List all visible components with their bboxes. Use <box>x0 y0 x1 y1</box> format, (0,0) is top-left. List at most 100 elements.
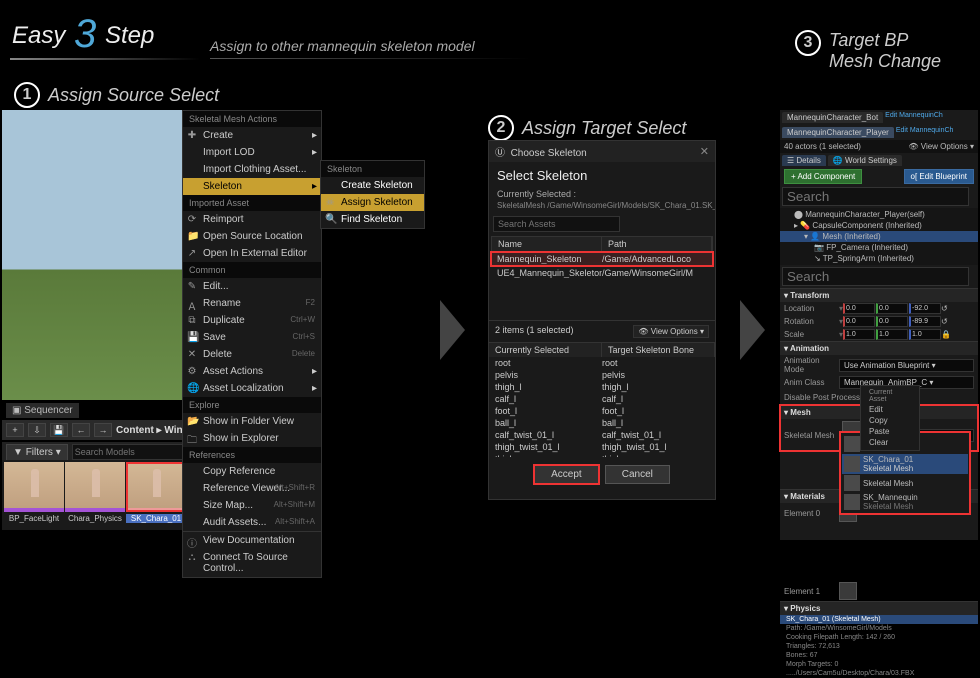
menu-duplicate[interactable]: ⧉DuplicateCtrl+W <box>183 312 321 329</box>
back-button[interactable]: ← <box>72 423 90 437</box>
tree-item[interactable]: ▸ 💊 CapsuleComponent (Inherited) <box>780 220 978 231</box>
bone-row[interactable]: thigh_rthigh_r <box>489 453 715 457</box>
submenu-find-skeleton[interactable]: 🔍Find Skeleton <box>321 211 424 228</box>
scale-y[interactable] <box>876 329 908 340</box>
menu-delete[interactable]: ✕DeleteDelete <box>183 346 321 363</box>
rot-x[interactable] <box>843 316 875 327</box>
menu-edit[interactable]: ✎Edit... <box>183 278 321 295</box>
bone-row[interactable]: calf_twist_01_lcalf_twist_01_l <box>489 429 715 441</box>
menu-copy[interactable]: Copy <box>861 415 919 426</box>
menu-copy-reference[interactable]: Copy Reference <box>183 463 321 480</box>
menu-connect-source-control[interactable]: ⛬Connect To Source Control... <box>183 549 321 577</box>
list-item[interactable]: UE4_Mannequin_Skeleton/Game/WinsomeGirl/… <box>491 266 713 280</box>
menu-view-documentation[interactable]: ⓘView Documentation <box>183 531 321 549</box>
loc-y[interactable] <box>876 303 908 314</box>
menu-show-explorer[interactable]: 🗀Show in Explorer <box>183 430 321 447</box>
edit-link[interactable]: Edit MannequinCh <box>896 127 954 138</box>
menu-rename[interactable]: ＡRenameF2 <box>183 295 321 312</box>
edit-link[interactable]: Edit MannequinCh <box>885 112 943 123</box>
submenu-assign-skeleton[interactable]: ☠Assign Skeleton <box>321 194 424 211</box>
bone-row[interactable]: calf_lcalf_l <box>489 393 715 405</box>
menu-reimport[interactable]: ⟳Reimport <box>183 211 321 228</box>
rot-z[interactable] <box>909 316 941 327</box>
tab-details[interactable]: ☰ Details <box>782 155 826 166</box>
menu-clear[interactable]: Clear <box>861 437 919 448</box>
close-icon[interactable]: ✕ <box>700 145 709 158</box>
tree-item[interactable]: 📷 FP_Camera (Inherited) <box>780 242 978 253</box>
material-thumb[interactable] <box>839 582 857 600</box>
menu-skeleton[interactable]: Skeleton <box>183 178 321 195</box>
submenu-create-skeleton[interactable]: Create Skeleton <box>321 177 424 194</box>
scale-x[interactable] <box>843 329 875 340</box>
tab-actor-selected[interactable]: MannequinCharacter_Player <box>782 127 894 138</box>
asset-thumb[interactable]: BP_FaceLight <box>4 462 64 528</box>
menu-audit-assets[interactable]: Audit Assets...Alt+Shift+A <box>183 514 321 531</box>
accept-button[interactable]: Accept <box>534 465 599 484</box>
menu-asset-actions[interactable]: ⚙Asset Actions <box>183 363 321 380</box>
asset-row-selected[interactable]: SK_Chara_01Skeletal Mesh <box>842 454 968 474</box>
col-path[interactable]: Path <box>602 237 712 251</box>
section-animation[interactable]: ▾ Animation <box>780 341 978 355</box>
tree-item-selected[interactable]: ▾ 👤 Mesh (Inherited) <box>780 231 978 242</box>
loc-x[interactable] <box>843 303 875 314</box>
folder-icon: 📁 <box>187 231 197 242</box>
menu-create[interactable]: ✚Create <box>183 127 321 144</box>
save-icon: 💾 <box>187 332 197 343</box>
add-component-button[interactable]: + Add Component <box>784 169 862 184</box>
menu-open-source[interactable]: 📁Open Source Location <box>183 228 321 245</box>
dialog-select-skeleton: Ⓤ Choose Skeleton ✕ Select Skeleton Curr… <box>488 140 716 500</box>
menu-size-map[interactable]: Size Map...Alt+Shift+M <box>183 497 321 514</box>
menu-save[interactable]: 💾SaveCtrl+S <box>183 329 321 346</box>
menu-import-lod[interactable]: Import LOD <box>183 144 321 161</box>
menu-import-clothing[interactable]: Import Clothing Asset... <box>183 161 321 178</box>
asset-row[interactable]: Skeletal Mesh <box>842 474 968 492</box>
tab-actor[interactable]: MannequinCharacter_Bot <box>782 112 883 123</box>
search-input[interactable] <box>782 187 969 206</box>
asset-thumb[interactable]: Chara_Physics <box>65 462 125 528</box>
sequencer-tab[interactable]: ▣ Sequencer <box>6 403 79 418</box>
cancel-button[interactable]: Cancel <box>605 465 670 484</box>
bone-list[interactable]: rootrootpelvispelvisthigh_lthigh_lcalf_l… <box>489 357 715 457</box>
tree-item[interactable]: ⬤ MannequinCharacter_Player(self) <box>780 209 978 220</box>
step3-label: 3 Target BPMesh Change <box>795 30 941 72</box>
menu-edit[interactable]: Edit <box>861 404 919 415</box>
context-menu: Skeletal Mesh Actions ✚Create Import LOD… <box>182 110 322 578</box>
loc-z[interactable] <box>909 303 941 314</box>
list-summary: 2 items (1 selected) 👁 View Options ▾ <box>489 320 715 342</box>
menu-open-external[interactable]: ↗Open In External Editor <box>183 245 321 262</box>
bone-row[interactable]: rootroot <box>489 357 715 369</box>
prop-element1: Element 1 <box>780 581 978 601</box>
divider <box>10 58 200 60</box>
filters-dropdown[interactable]: ▼ Filters ▾ <box>6 444 68 461</box>
search-input[interactable] <box>782 267 969 286</box>
scale-z[interactable] <box>909 329 941 340</box>
search-input[interactable] <box>493 216 620 232</box>
bone-row[interactable]: ball_lball_l <box>489 417 715 429</box>
menu-paste[interactable]: Paste <box>861 426 919 437</box>
section-transform[interactable]: ▾ Transform <box>780 288 978 302</box>
menu-asset-localization[interactable]: 🌐Asset Localization <box>183 380 321 397</box>
section-physics[interactable]: ▾ Physics <box>780 601 978 615</box>
forward-button[interactable]: → <box>94 423 112 437</box>
bone-row[interactable]: thigh_twist_01_lthigh_twist_01_l <box>489 441 715 453</box>
viewport-3d[interactable] <box>2 110 182 400</box>
asset-row[interactable]: SK_MannequinSkeletal Mesh <box>842 492 968 512</box>
bone-row[interactable]: foot_lfoot_l <box>489 405 715 417</box>
list-item-selected[interactable]: Mannequin_Skeleton/Game/AdvancedLoco <box>491 252 713 266</box>
menu-show-folder[interactable]: 📂Show in Folder View <box>183 413 321 430</box>
menu-reference-viewer[interactable]: Reference Viewer...Alt+Shift+R <box>183 480 321 497</box>
bone-row[interactable]: pelvispelvis <box>489 369 715 381</box>
view-options-dropdown[interactable]: 👁 View Options ▾ <box>633 325 709 338</box>
anim-mode-dropdown[interactable]: Use Animation Blueprint ▾ <box>839 359 974 372</box>
view-options-dropdown[interactable]: 👁 View Options ▾ <box>908 142 974 151</box>
edit-blueprint-button[interactable]: o[ Edit Blueprint <box>904 169 974 184</box>
rot-y[interactable] <box>876 316 908 327</box>
tree-item[interactable]: ↘ TP_SpringArm (Inherited) <box>780 253 978 264</box>
bone-row[interactable]: thigh_lthigh_l <box>489 381 715 393</box>
add-button[interactable]: + <box>6 423 24 437</box>
tab-world-settings[interactable]: 🌐 World Settings <box>828 155 902 166</box>
col-name[interactable]: Name <box>492 237 602 251</box>
save-button[interactable]: 💾 <box>50 423 68 437</box>
import-button[interactable]: ⇩ <box>28 423 46 437</box>
asset-thumb-selected[interactable]: SK_Chara_01 <box>126 462 186 528</box>
